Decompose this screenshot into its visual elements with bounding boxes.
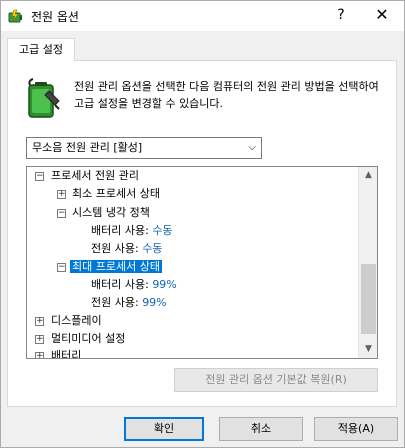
vertical-scrollbar[interactable]: ▲ ▼ (358, 167, 377, 358)
scrollbar-thumb[interactable] (361, 264, 376, 334)
setting-value[interactable]: 99% (152, 278, 176, 291)
tab-advanced-settings[interactable]: 고급 설정 (7, 38, 75, 61)
help-button[interactable]: ? (331, 5, 351, 25)
tree-content: − 프로세서 전원 관리 + 최소 프로세서 상태 − 시스템 냉각 정책 배터… (27, 167, 358, 358)
collapse-icon[interactable]: − (35, 172, 44, 181)
tree-item-display[interactable]: + 디스플레이 (35, 312, 102, 330)
tree-item-label: 프로세서 전원 관리 (51, 169, 139, 182)
tree-item-max-processor[interactable]: − 최대 프로세서 상태 (57, 258, 162, 276)
power-plan-value: 무소음 전원 관리 [활성] (32, 141, 143, 154)
collapse-icon[interactable]: − (57, 263, 66, 272)
ok-button[interactable]: 확인 (124, 417, 204, 441)
tree-item-max-battery[interactable]: 배터리 사용: 99% (91, 276, 177, 294)
setting-label: 전원 사용: (91, 296, 139, 309)
description-text: 전원 관리 옵션을 선택한 다음 컴퓨터의 전원 관리 방법을 선택하여 고급 … (74, 80, 379, 110)
expand-icon[interactable]: + (35, 335, 44, 344)
chevron-down-icon: ⌵ (248, 142, 256, 153)
tree-item-cooling-policy[interactable]: − 시스템 냉각 정책 (57, 204, 150, 222)
tree-item-label: 배터리 (51, 349, 82, 358)
apply-button[interactable]: 적용(A) (314, 417, 398, 441)
tree-item-label-selected: 최대 프로세서 상태 (70, 260, 162, 273)
power-plan-select[interactable]: 무소음 전원 관리 [활성] ⌵ (26, 137, 262, 159)
tree-item-battery[interactable]: + 배터리 (35, 347, 81, 358)
tree-item-cooling-battery[interactable]: 배터리 사용: 수동 (91, 222, 173, 240)
restore-defaults-button[interactable]: 전원 관리 옵션 기본값 복원(R) (174, 368, 378, 392)
scroll-down-icon[interactable]: ▼ (359, 341, 377, 358)
tree-item-min-processor[interactable]: + 최소 프로세서 상태 (57, 185, 160, 203)
close-button[interactable]: ✕ (371, 5, 393, 25)
tree-item-processor-power[interactable]: − 프로세서 전원 관리 (35, 167, 139, 185)
cancel-button[interactable]: 취소 (219, 417, 303, 441)
scroll-up-icon[interactable]: ▲ (359, 167, 377, 184)
setting-value[interactable]: 수동 (152, 224, 172, 237)
setting-label: 배터리 사용: (91, 278, 149, 291)
setting-label: 전원 사용: (91, 242, 139, 255)
expand-icon[interactable]: + (35, 352, 44, 358)
tree-item-multimedia[interactable]: + 멀티미디어 설정 (35, 330, 125, 348)
setting-value[interactable]: 99% (142, 296, 166, 309)
setting-value[interactable]: 수동 (142, 242, 162, 255)
title-bar: 전원 옵션 ? ✕ (1, 1, 404, 31)
expand-icon[interactable]: + (35, 317, 44, 326)
window-title: 전원 옵션 (31, 10, 79, 24)
power-options-dialog: 전원 옵션 ? ✕ 고급 설정 전원 관리 옵션을 선택한 다음 컴퓨터의 전원… (0, 0, 405, 448)
tree-item-label: 디스플레이 (51, 314, 102, 327)
tree-item-max-ac[interactable]: 전원 사용: 99% (91, 294, 167, 312)
expand-icon[interactable]: + (57, 190, 66, 199)
tree-item-label: 시스템 냉각 정책 (72, 206, 150, 219)
advanced-settings-tree[interactable]: − 프로세서 전원 관리 + 최소 프로세서 상태 − 시스템 냉각 정책 배터… (26, 166, 378, 359)
collapse-icon[interactable]: − (57, 209, 66, 218)
power-options-icon (8, 9, 22, 23)
tree-item-label: 멀티미디어 설정 (51, 332, 126, 345)
tree-item-label: 최소 프로세서 상태 (72, 187, 160, 200)
battery-plug-icon (28, 78, 60, 118)
tree-item-cooling-ac[interactable]: 전원 사용: 수동 (91, 240, 162, 258)
setting-label: 배터리 사용: (91, 224, 149, 237)
